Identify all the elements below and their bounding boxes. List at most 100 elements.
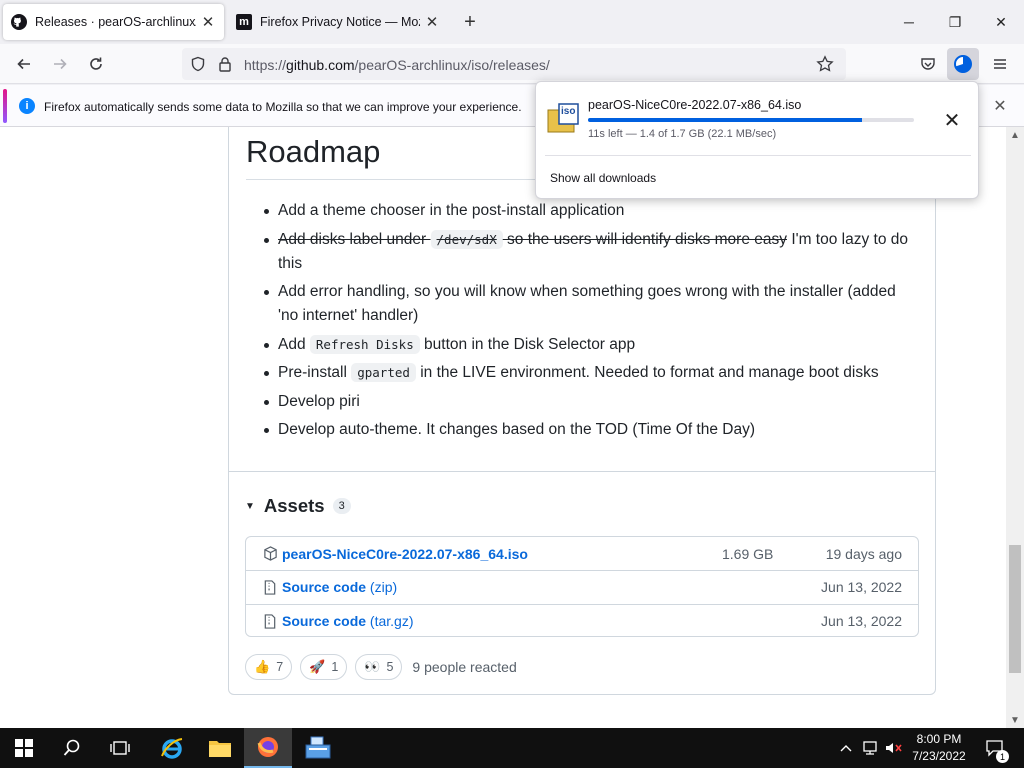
asset-link-source-zip[interactable]: Source code (zip)	[282, 579, 397, 595]
app-taskbar[interactable]	[294, 728, 342, 768]
roadmap-item-text: Develop auto-theme. It changes based on …	[278, 421, 756, 438]
start-button[interactable]	[0, 728, 48, 768]
action-center-button[interactable]: 1	[980, 728, 1010, 768]
system-clock[interactable]: 8:00 PM 7/23/2022	[904, 731, 974, 765]
volume-muted-icon	[886, 743, 902, 753]
asset-row: Source code (tar.gz) Jun 13, 2022	[246, 604, 918, 637]
tab-releases[interactable]: Releases · pearOS-archlinux/iso ✕	[3, 4, 224, 40]
clock-date: 7/23/2022	[912, 749, 966, 763]
roadmap-item-text: button in the Disk Selector app	[419, 335, 636, 353]
tab-close-icon[interactable]: ✕	[420, 10, 444, 34]
firefox-taskbar[interactable]	[244, 728, 292, 768]
rocket-icon: 🚀	[309, 659, 326, 674]
assets-toggle[interactable]: ▼ Assets 3	[245, 495, 351, 517]
show-all-downloads-button[interactable]: Show all downloads	[550, 171, 656, 185]
download-file-name[interactable]: pearOS-NiceC0re-2022.07-x86_64.iso	[588, 98, 801, 112]
cancel-download-button[interactable]: ✕	[940, 108, 964, 132]
shield-icon[interactable]	[190, 56, 206, 77]
close-window-button[interactable]: ✕	[978, 7, 1024, 37]
list-item: Add disks label under /dev/sdX so the us…	[262, 228, 912, 276]
application-window-icon	[305, 736, 331, 759]
task-view-button[interactable]	[96, 728, 144, 768]
folder-icon	[209, 741, 231, 757]
scrollbar-thumb[interactable]	[1009, 545, 1021, 673]
asset-link-iso[interactable]: pearOS-NiceC0re-2022.07-x86_64.iso	[282, 546, 528, 562]
chevron-up-icon	[840, 745, 852, 752]
roadmap-item-text: Develop piri	[278, 392, 360, 410]
asset-name: pearOS-NiceC0re-2022.07-x86_64.iso	[282, 545, 528, 562]
roadmap-item-text: Add	[278, 335, 310, 353]
mozilla-icon: m	[236, 14, 252, 30]
inline-code: gparted	[351, 363, 416, 382]
download-progress-icon	[954, 55, 972, 73]
windows-taskbar: 8:00 PM 7/23/2022 1	[0, 728, 1024, 768]
assets-label: Assets	[263, 495, 325, 516]
scroll-up-arrow-icon[interactable]: ▲	[1006, 127, 1024, 143]
tab-strip: Releases · pearOS-archlinux/iso ✕ m Fire…	[0, 0, 1024, 44]
reaction-count: 1	[331, 660, 339, 674]
show-hidden-icons-button[interactable]	[836, 728, 856, 768]
reload-icon	[90, 57, 102, 70]
list-item: Develop piri	[262, 390, 912, 414]
assets-list: pearOS-NiceC0re-2022.07-x86_64.iso 1.69 …	[245, 536, 919, 637]
bookmark-star-icon[interactable]	[816, 55, 834, 78]
windows-logo-icon	[15, 739, 33, 757]
roadmap-list: Add a theme chooser in the post-install …	[262, 199, 912, 447]
tab-close-icon[interactable]: ✕	[196, 10, 220, 34]
reaction-rocket[interactable]: 🚀 1	[300, 654, 348, 680]
reaction-count: 7	[276, 660, 284, 674]
download-progress-bar	[588, 118, 914, 122]
task-view-icon	[110, 741, 130, 755]
roadmap-item-text: Add error handling, so you will know whe…	[278, 283, 896, 324]
reaction-thumbs-up[interactable]: 👍 7	[245, 654, 293, 680]
minimize-button[interactable]: ─	[886, 7, 932, 37]
notification-close-button[interactable]: ✕	[988, 94, 1012, 118]
address-bar[interactable]: https://github.com/pearOS-archlinux/iso/…	[182, 48, 846, 80]
internet-explorer-icon	[161, 738, 183, 759]
iso-file-icon: iso	[547, 102, 579, 134]
lock-icon[interactable]	[218, 56, 232, 77]
roadmap-item-text: in the LIVE environment. Needed to forma…	[415, 364, 879, 381]
asset-date: 19 days ago	[825, 545, 902, 562]
search-button[interactable]	[48, 728, 96, 768]
internet-explorer-taskbar[interactable]	[148, 728, 196, 768]
maximize-button[interactable]: ❐	[932, 7, 978, 37]
file-explorer-taskbar[interactable]	[196, 728, 244, 768]
roadmap-heading: Roadmap	[246, 134, 381, 169]
asset-date: Jun 13, 2022	[821, 613, 902, 629]
reload-button[interactable]	[82, 50, 110, 78]
reactions-bar: 👍 7 🚀 1 👀 5 9 people reacted	[245, 654, 517, 680]
forward-button[interactable]	[46, 50, 74, 78]
list-item: Add Refresh Disks button in the Disk Sel…	[262, 333, 912, 357]
new-tab-button[interactable]: +	[458, 10, 482, 34]
panel-divider	[545, 155, 971, 156]
menu-button[interactable]	[986, 50, 1014, 78]
pocket-button[interactable]	[914, 50, 942, 78]
arrow-right-icon	[54, 58, 67, 70]
search-icon	[63, 739, 80, 756]
asset-link-source-targz[interactable]: Source code (tar.gz)	[282, 613, 414, 629]
tab-privacy-notice[interactable]: m Firefox Privacy Notice — Mozilla ✕	[228, 4, 448, 40]
hamburger-menu-icon	[994, 59, 1006, 69]
asset-size: 1.69 GB	[722, 545, 774, 562]
network-button[interactable]	[860, 728, 882, 768]
notification-accent	[3, 89, 7, 123]
list-item: Add error handling, so you will know whe…	[262, 280, 912, 328]
url-text[interactable]: https://github.com/pearOS-archlinux/iso/…	[244, 57, 550, 73]
asset-format: (tar.gz)	[369, 613, 414, 629]
triangle-down-icon: ▼	[245, 500, 255, 512]
roadmap-item-text: Pre-install	[278, 364, 352, 381]
network-icon	[863, 741, 877, 755]
page-scrollbar[interactable]: ▲ ▼	[1006, 127, 1024, 728]
package-icon	[262, 545, 278, 561]
assets-count-badge: 3	[332, 498, 351, 514]
back-button[interactable]	[10, 50, 38, 78]
tab-title: Firefox Privacy Notice — Mozilla	[260, 15, 420, 29]
firefox-icon	[257, 737, 278, 757]
volume-button[interactable]	[884, 728, 904, 768]
reactions-summary: 9 people reacted	[412, 659, 517, 675]
scroll-down-arrow-icon[interactable]: ▼	[1006, 712, 1024, 728]
downloads-button[interactable]	[947, 48, 979, 80]
url-prefix: https://	[244, 57, 287, 73]
reaction-eyes[interactable]: 👀 5	[355, 654, 403, 680]
